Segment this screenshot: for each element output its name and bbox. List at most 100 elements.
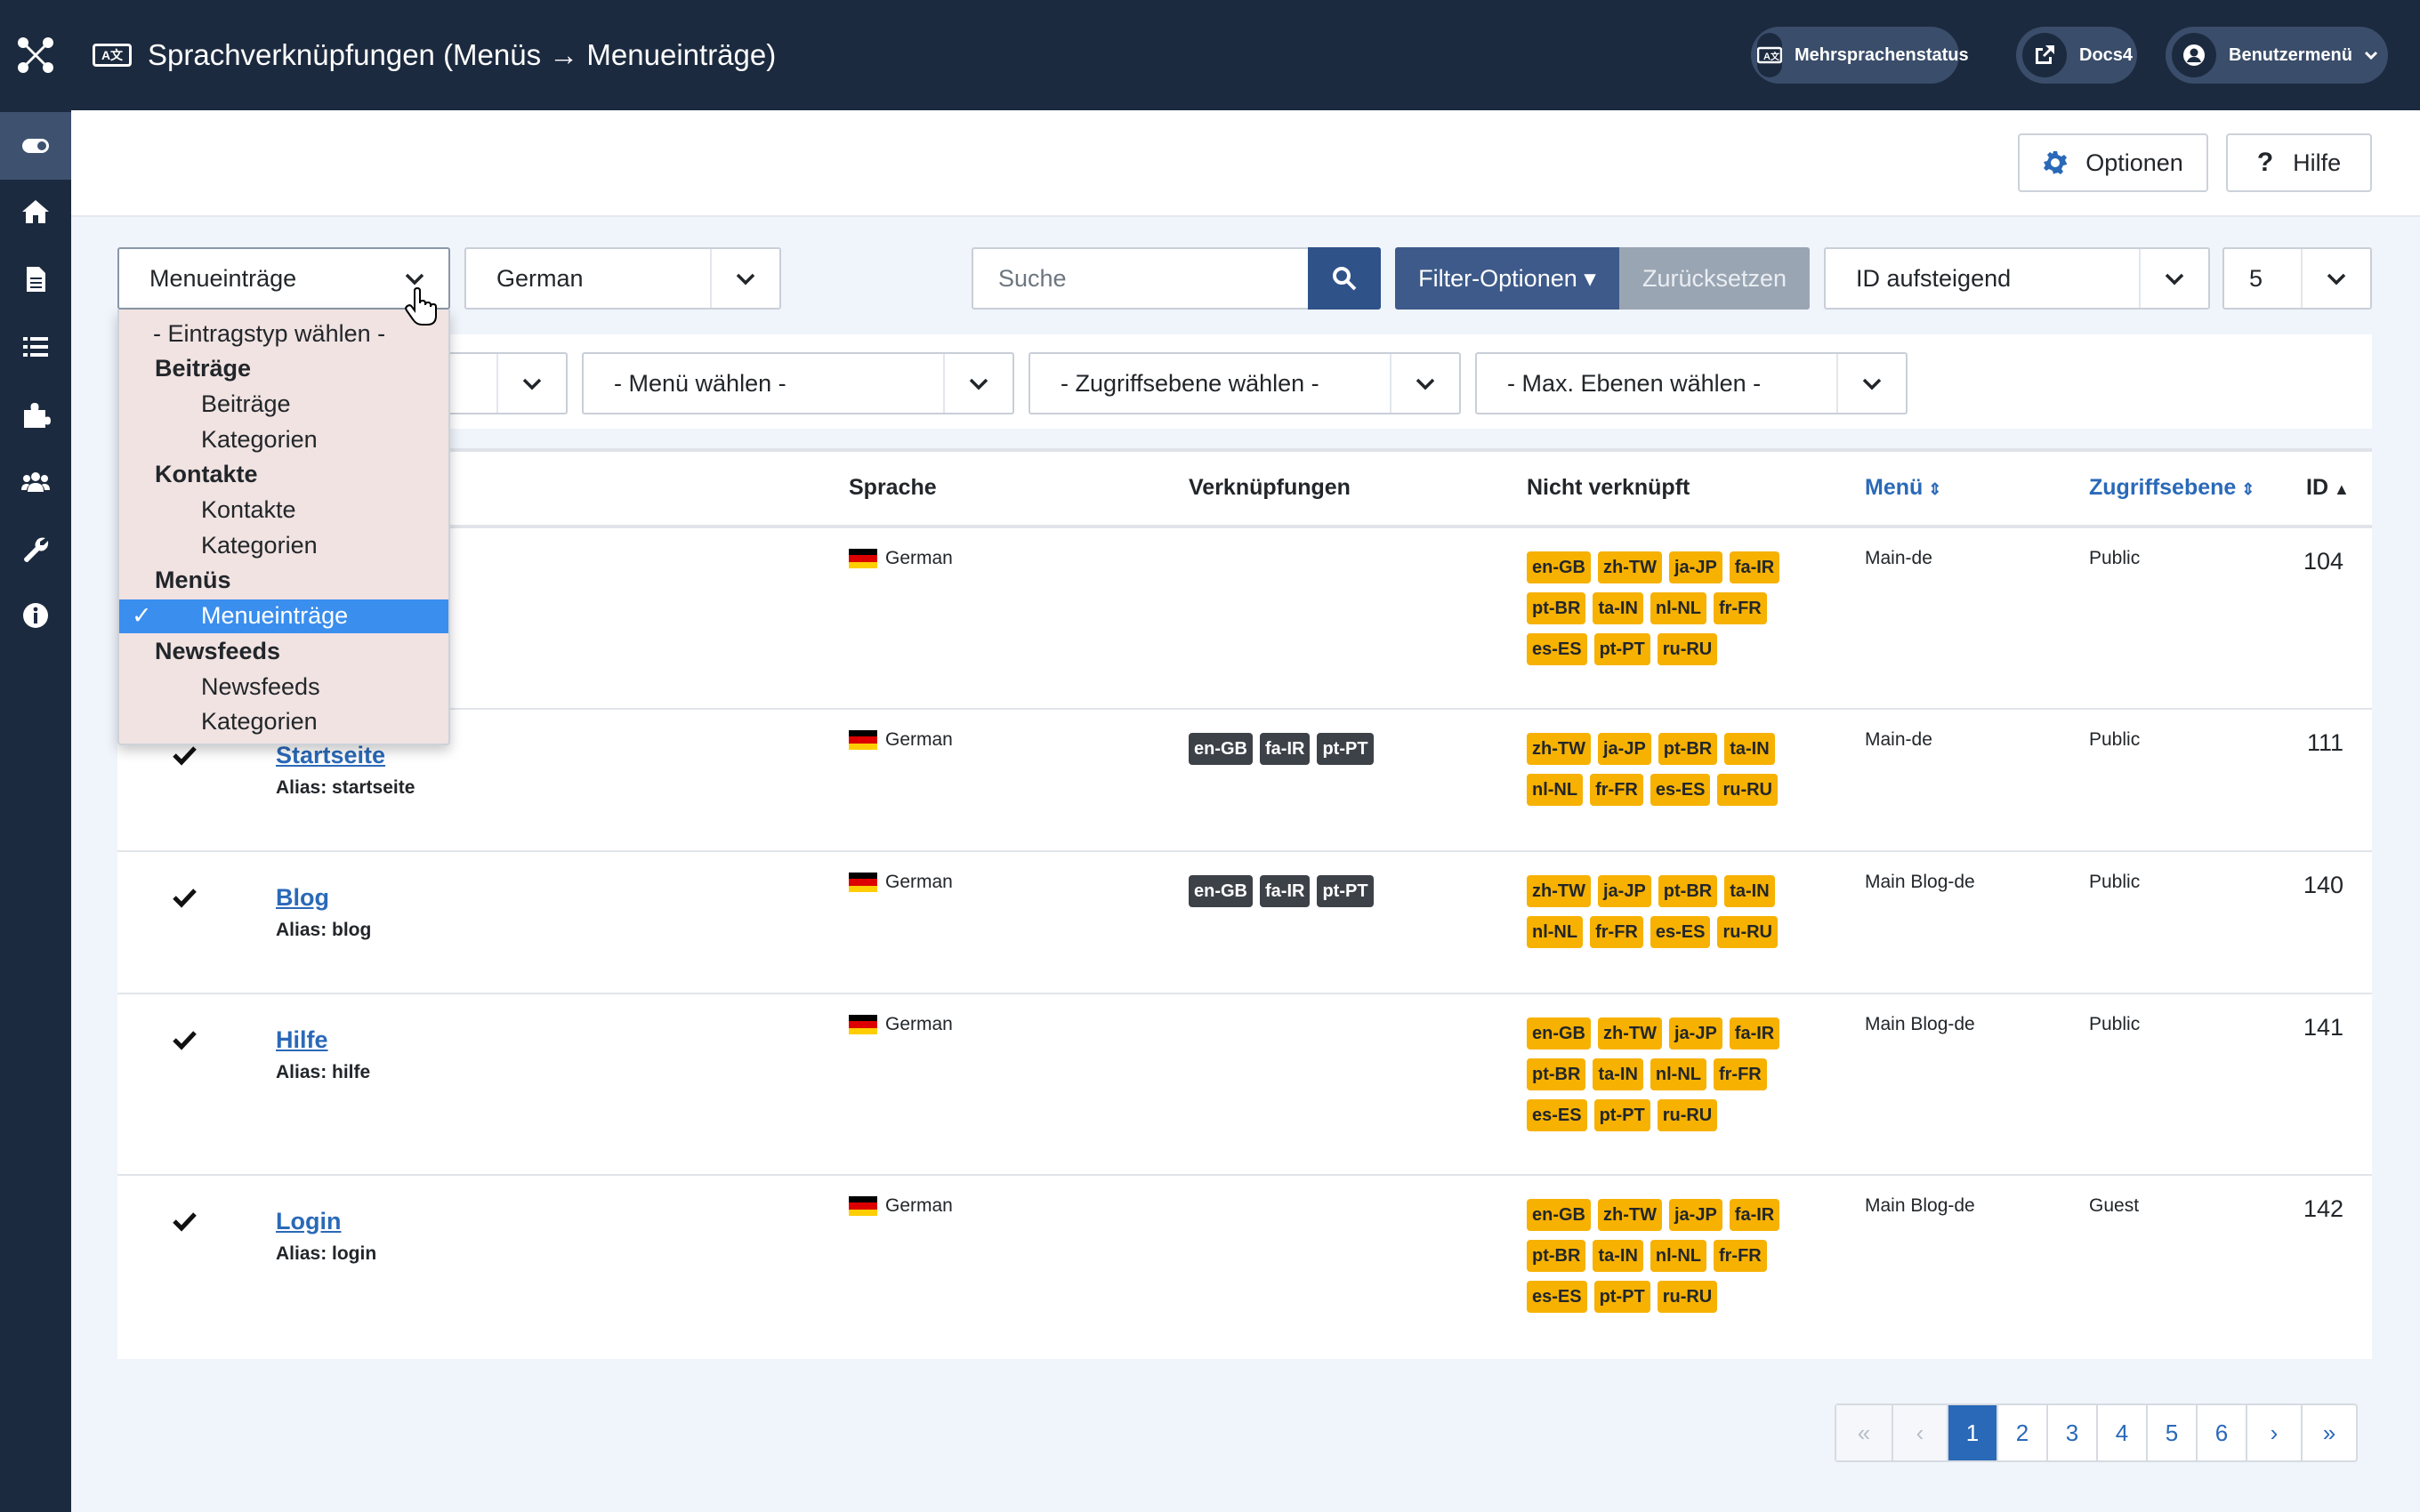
not-associated-badge[interactable]: es-ES: [1650, 916, 1711, 948]
not-associated-badge[interactable]: fa-IR: [1729, 551, 1780, 583]
not-associated-badge[interactable]: pt-PT: [1593, 1281, 1650, 1313]
association-badge[interactable]: fa-IR: [1260, 875, 1311, 907]
multilanguage-status-button[interactable]: A文 Mehrsprachenstatus: [1751, 27, 1969, 84]
column-header-id[interactable]: ID ▲: [2306, 475, 2350, 501]
not-associated-badge[interactable]: en-GB: [1527, 551, 1591, 583]
item-title-link[interactable]: Startseite: [276, 742, 385, 769]
dropdown-option[interactable]: Beiträge: [119, 387, 530, 421]
sidebar-system-icon[interactable]: [0, 516, 71, 583]
user-menu-button[interactable]: Benutzermenü: [2166, 27, 2388, 84]
not-associated-badge[interactable]: ru-RU: [1717, 916, 1778, 948]
association-badge[interactable]: pt-PT: [1317, 733, 1374, 765]
sidebar-content-icon[interactable]: [0, 245, 71, 313]
dropdown-option[interactable]: ✓ Menueinträge: [119, 599, 448, 633]
not-associated-badge[interactable]: fa-IR: [1729, 1199, 1780, 1231]
association-badge[interactable]: fa-IR: [1260, 733, 1311, 765]
not-associated-badge[interactable]: ru-RU: [1657, 633, 1718, 665]
not-associated-badge[interactable]: zh-TW: [1598, 1017, 1662, 1050]
sidebar-toggle-icon[interactable]: [0, 112, 71, 180]
not-associated-badge[interactable]: pt-PT: [1593, 633, 1650, 665]
not-associated-badge[interactable]: ta-IN: [1593, 592, 1643, 624]
sidebar-menus-icon[interactable]: [0, 313, 71, 381]
not-associated-badge[interactable]: pt-BR: [1658, 733, 1718, 765]
association-badge[interactable]: pt-PT: [1317, 875, 1374, 907]
page-1-button[interactable]: 1: [1947, 1405, 1996, 1460]
column-header-access[interactable]: Zugriffsebene ⇕: [2089, 475, 2255, 501]
language-select[interactable]: German: [464, 247, 781, 310]
not-associated-badge[interactable]: pt-BR: [1527, 1058, 1586, 1090]
access-select[interactable]: - Zugriffsebene wählen -: [1028, 352, 1461, 414]
column-header-menu[interactable]: Menü ⇕: [1865, 475, 1941, 501]
search-input[interactable]: Suche: [972, 247, 1308, 310]
page-5-button[interactable]: 5: [2146, 1405, 2196, 1460]
not-associated-badge[interactable]: nl-NL: [1650, 1240, 1706, 1272]
not-associated-badge[interactable]: zh-TW: [1598, 1199, 1662, 1231]
ordering-select[interactable]: ID aufsteigend: [1824, 247, 2210, 310]
page-6-button[interactable]: 6: [2196, 1405, 2246, 1460]
joomla-logo-icon[interactable]: [0, 0, 71, 110]
sidebar-components-icon[interactable]: [0, 381, 71, 448]
dropdown-option[interactable]: Newsfeeds: [119, 670, 530, 704]
not-associated-badge[interactable]: en-GB: [1527, 1017, 1591, 1050]
dropdown-option[interactable]: Kontakte: [119, 494, 530, 527]
not-associated-badge[interactable]: ja-JP: [1597, 875, 1651, 907]
sidebar-info-icon[interactable]: [0, 582, 71, 649]
page-4-button[interactable]: 4: [2096, 1405, 2146, 1460]
not-associated-badge[interactable]: pt-BR: [1527, 1240, 1586, 1272]
not-associated-badge[interactable]: nl-NL: [1650, 1058, 1706, 1090]
dropdown-option[interactable]: Kategorien: [119, 705, 530, 739]
dropdown-option[interactable]: Kategorien: [119, 422, 530, 456]
not-associated-badge[interactable]: nl-NL: [1527, 916, 1584, 948]
not-associated-badge[interactable]: nl-NL: [1527, 774, 1584, 806]
not-associated-badge[interactable]: ja-JP: [1597, 733, 1651, 765]
not-associated-badge[interactable]: nl-NL: [1650, 592, 1706, 624]
not-associated-badge[interactable]: fr-FR: [1713, 1240, 1767, 1272]
item-title-link[interactable]: Blog: [276, 884, 329, 912]
not-associated-badge[interactable]: ja-JP: [1668, 1017, 1722, 1050]
not-associated-badge[interactable]: ja-JP: [1668, 1199, 1722, 1231]
not-associated-badge[interactable]: es-ES: [1650, 774, 1711, 806]
page-3-button[interactable]: 3: [2046, 1405, 2096, 1460]
not-associated-badge[interactable]: ta-IN: [1724, 733, 1775, 765]
not-associated-badge[interactable]: pt-PT: [1593, 1099, 1650, 1131]
page-2-button[interactable]: 2: [1996, 1405, 2046, 1460]
not-associated-badge[interactable]: ta-IN: [1724, 875, 1775, 907]
not-associated-badge[interactable]: es-ES: [1527, 1099, 1587, 1131]
not-associated-badge[interactable]: ru-RU: [1717, 774, 1778, 806]
item-title-link[interactable]: Hilfe: [276, 1026, 328, 1054]
docs-button[interactable]: Docs4: [2016, 27, 2137, 84]
not-associated-badge[interactable]: fr-FR: [1590, 916, 1643, 948]
not-associated-badge[interactable]: zh-TW: [1598, 551, 1662, 583]
search-button[interactable]: [1308, 247, 1381, 310]
not-associated-badge[interactable]: fr-FR: [1590, 774, 1643, 806]
options-button[interactable]: Optionen: [2018, 133, 2208, 192]
type-select[interactable]: Menueinträge: [117, 247, 450, 310]
item-title-link[interactable]: Login: [276, 1208, 341, 1235]
not-associated-badge[interactable]: ja-JP: [1668, 551, 1722, 583]
last-page-icon[interactable]: »: [2301, 1405, 2356, 1460]
not-associated-badge[interactable]: pt-BR: [1527, 592, 1586, 624]
not-associated-badge[interactable]: ru-RU: [1657, 1099, 1718, 1131]
not-associated-badge[interactable]: en-GB: [1527, 1199, 1591, 1231]
not-associated-badge[interactable]: ru-RU: [1657, 1281, 1718, 1313]
not-associated-badge[interactable]: ta-IN: [1593, 1240, 1643, 1272]
reset-button[interactable]: Zurücksetzen: [1619, 247, 1810, 310]
next-page-icon[interactable]: ›: [2246, 1405, 2301, 1460]
not-associated-badge[interactable]: es-ES: [1527, 633, 1587, 665]
not-associated-badge[interactable]: zh-TW: [1527, 875, 1591, 907]
not-associated-badge[interactable]: fr-FR: [1713, 1058, 1767, 1090]
association-badge[interactable]: en-GB: [1189, 875, 1253, 907]
dropdown-option[interactable]: Kategorien: [119, 528, 530, 562]
association-badge[interactable]: en-GB: [1189, 733, 1253, 765]
not-associated-badge[interactable]: pt-BR: [1658, 875, 1718, 907]
filter-options-button[interactable]: Filter-Optionen ▾: [1395, 247, 1619, 310]
sidebar-users-icon[interactable]: [0, 448, 71, 516]
limit-select[interactable]: 5: [2222, 247, 2372, 310]
not-associated-badge[interactable]: fa-IR: [1729, 1017, 1780, 1050]
not-associated-badge[interactable]: zh-TW: [1527, 733, 1591, 765]
not-associated-badge[interactable]: es-ES: [1527, 1281, 1587, 1313]
not-associated-badge[interactable]: fr-FR: [1713, 592, 1767, 624]
not-associated-badge[interactable]: ta-IN: [1593, 1058, 1643, 1090]
levels-select[interactable]: - Max. Ebenen wählen -: [1475, 352, 1908, 414]
help-button[interactable]: ? Hilfe: [2226, 133, 2372, 192]
